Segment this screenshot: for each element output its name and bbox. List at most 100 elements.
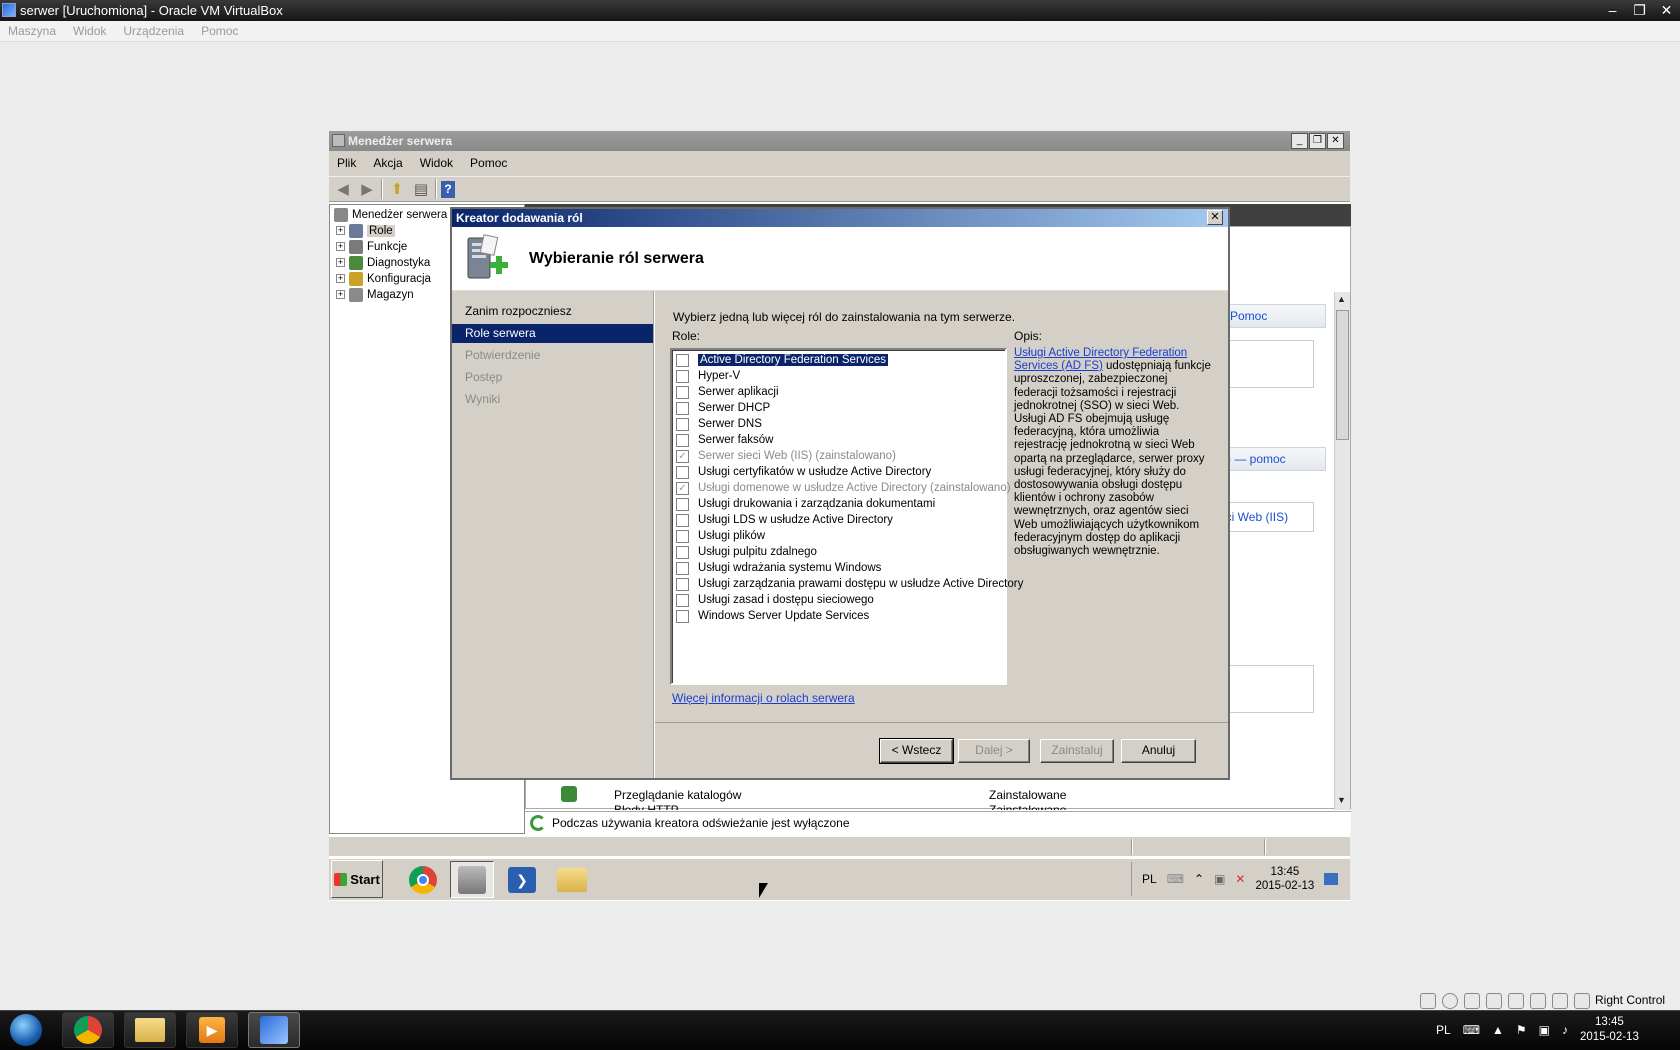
role-item[interactable]: Usługi zarządzania prawami dostępu w usł… [676,576,1023,592]
network-icon[interactable]: ▣ [1214,872,1225,886]
step-before-you-begin[interactable]: Zanim rozpoczniesz [452,302,653,321]
expand-icon[interactable]: + [336,226,345,235]
role-checkbox[interactable] [676,545,689,559]
keyboard-icon[interactable]: ⌨ [1167,872,1184,886]
maximize-icon[interactable]: ❐ [1626,0,1653,21]
role-checkbox[interactable] [676,609,689,623]
role-checkbox[interactable] [676,433,689,447]
keyboard-icon[interactable]: ⌨ [1463,1023,1480,1037]
help-icon[interactable]: ? [441,180,455,198]
tree-root[interactable]: Menedżer serwera ( [334,207,454,222]
mouse-integration-icon[interactable] [1574,993,1590,1009]
host-start-button[interactable] [4,1012,48,1048]
role-checkbox[interactable] [676,577,689,591]
video-capture-icon[interactable] [1530,993,1546,1009]
scroll-up-icon[interactable]: ▲ [1337,294,1346,304]
step-server-roles[interactable]: Role serwera [452,324,653,343]
tree-item-role[interactable]: + Role [336,223,395,238]
install-button[interactable]: Zainstaluj [1040,739,1114,763]
role-checkbox[interactable] [676,497,689,511]
back-button[interactable]: < Wstecz [879,738,954,764]
vbox-menu-widok[interactable]: Widok [73,21,106,41]
guest-start-button[interactable]: Start [331,860,383,898]
usb-icon[interactable] [1464,993,1480,1009]
vbox-menu-pomoc[interactable]: Pomoc [201,21,238,41]
host-virtualbox-icon[interactable] [248,1012,300,1048]
expand-icon[interactable]: + [336,258,345,267]
expand-icon[interactable]: + [336,242,345,251]
role-checkbox[interactable] [676,561,689,575]
vbox-menu-maszyna[interactable]: Maszyna [8,21,56,41]
cancel-button[interactable]: Anuluj [1121,739,1196,763]
sm-close-button[interactable]: ✕ [1327,133,1344,149]
host-lang-indicator[interactable]: PL [1436,1023,1451,1037]
role-item[interactable]: Usługi drukowania i zarządzania dokument… [676,496,935,512]
more-info-link[interactable]: Więcej informacji o rolach serwera [672,691,855,705]
sm-menu-pomoc[interactable]: Pomoc [470,151,507,176]
expand-icon[interactable]: + [336,290,345,299]
minimize-icon[interactable]: – [1599,0,1626,21]
vbox-menu-urzadzenia[interactable]: Urządzenia [123,21,184,41]
role-item[interactable]: Usługi wdrażania systemu Windows [676,560,881,576]
explorer-taskbar-icon[interactable] [550,861,594,898]
next-button[interactable]: Dalej > [958,739,1030,763]
tree-item-konfiguracja[interactable]: + Konfiguracja [336,271,431,286]
show-hidden-icons[interactable]: ▲ [1492,1023,1504,1037]
role-item[interactable]: Usługi pulpitu zdalnego [676,544,817,560]
network-adapter-icon[interactable] [1552,993,1568,1009]
chrome-taskbar-icon[interactable] [401,861,445,898]
powershell-taskbar-icon[interactable]: ❯ [500,861,544,898]
action-center-flag-icon[interactable]: ⚑ [1516,1023,1527,1037]
role-checkbox[interactable] [676,353,689,367]
scroll-down-icon[interactable]: ▼ [1337,795,1346,805]
role-checkbox[interactable] [676,369,689,383]
forward-arrow-icon[interactable]: ▶ [357,179,377,199]
show-hide-tree-icon[interactable]: ▤ [411,179,431,199]
role-item[interactable]: Serwer aplikacji [676,384,779,400]
role-item[interactable]: Hyper-V [676,368,740,384]
role-item[interactable]: Usługi certyfikatów w usłudze Active Dir… [676,464,931,480]
role-item[interactable]: Usługi plików [676,528,765,544]
expand-icon[interactable]: + [336,274,345,283]
guest-lang-indicator[interactable]: PL [1142,872,1157,886]
role-checkbox[interactable] [676,417,689,431]
host-chrome-icon[interactable] [62,1012,114,1048]
sm-menu-plik[interactable]: Plik [337,151,356,176]
role-item[interactable]: Windows Server Update Services [676,608,869,624]
role-checkbox[interactable] [676,513,689,527]
scroll-thumb[interactable] [1336,310,1349,440]
shared-folders-icon[interactable] [1486,993,1502,1009]
vertical-scrollbar[interactable]: ▲ ▼ [1334,292,1350,810]
network-icon[interactable]: ▣ [1539,1023,1550,1037]
host-clock[interactable]: 13:45 2015-02-13 [1580,1015,1639,1045]
role-checkbox[interactable] [676,529,689,543]
wizard-close-button[interactable]: ✕ [1207,210,1223,225]
show-desktop-icon[interactable] [1324,873,1339,885]
server-manager-taskbar-icon[interactable] [450,861,494,898]
volume-muted-icon[interactable]: ✕ [1235,872,1245,886]
display-icon[interactable] [1508,993,1524,1009]
tree-item-funkcje[interactable]: + Funkcje [336,239,407,254]
sm-menu-widok[interactable]: Widok [420,151,453,176]
tree-item-magazyn[interactable]: + Magazyn [336,287,414,302]
help-link-2[interactable]: ) — pomoc [1227,452,1286,466]
up-folder-icon[interactable]: ⬆ [387,179,407,199]
hdd-icon[interactable] [1420,993,1436,1009]
role-checkbox[interactable] [676,385,689,399]
role-checkbox[interactable] [676,401,689,415]
sm-restore-button[interactable]: ❐ [1309,133,1326,149]
role-item[interactable]: Serwer faksów [676,432,773,448]
tree-item-diagnostyka[interactable]: + Diagnostyka [336,255,430,270]
host-explorer-icon[interactable] [124,1012,176,1048]
role-item[interactable]: Serwer DHCP [676,400,770,416]
guest-clock[interactable]: 13:45 2015-02-13 [1255,865,1314,893]
sm-minimize-button[interactable]: _ [1291,133,1308,149]
role-item[interactable]: Usługi LDS w usłudze Active Directory [676,512,893,528]
role-checkbox[interactable] [676,593,689,607]
close-icon[interactable]: ✕ [1653,0,1680,21]
optical-drive-icon[interactable] [1442,993,1458,1009]
role-item[interactable]: Serwer DNS [676,416,762,432]
help-link[interactable]: Pomoc [1230,309,1267,323]
host-media-player-icon[interactable]: ▶ [186,1012,238,1048]
role-item[interactable]: Usługi zasad i dostępu sieciowego [676,592,874,608]
